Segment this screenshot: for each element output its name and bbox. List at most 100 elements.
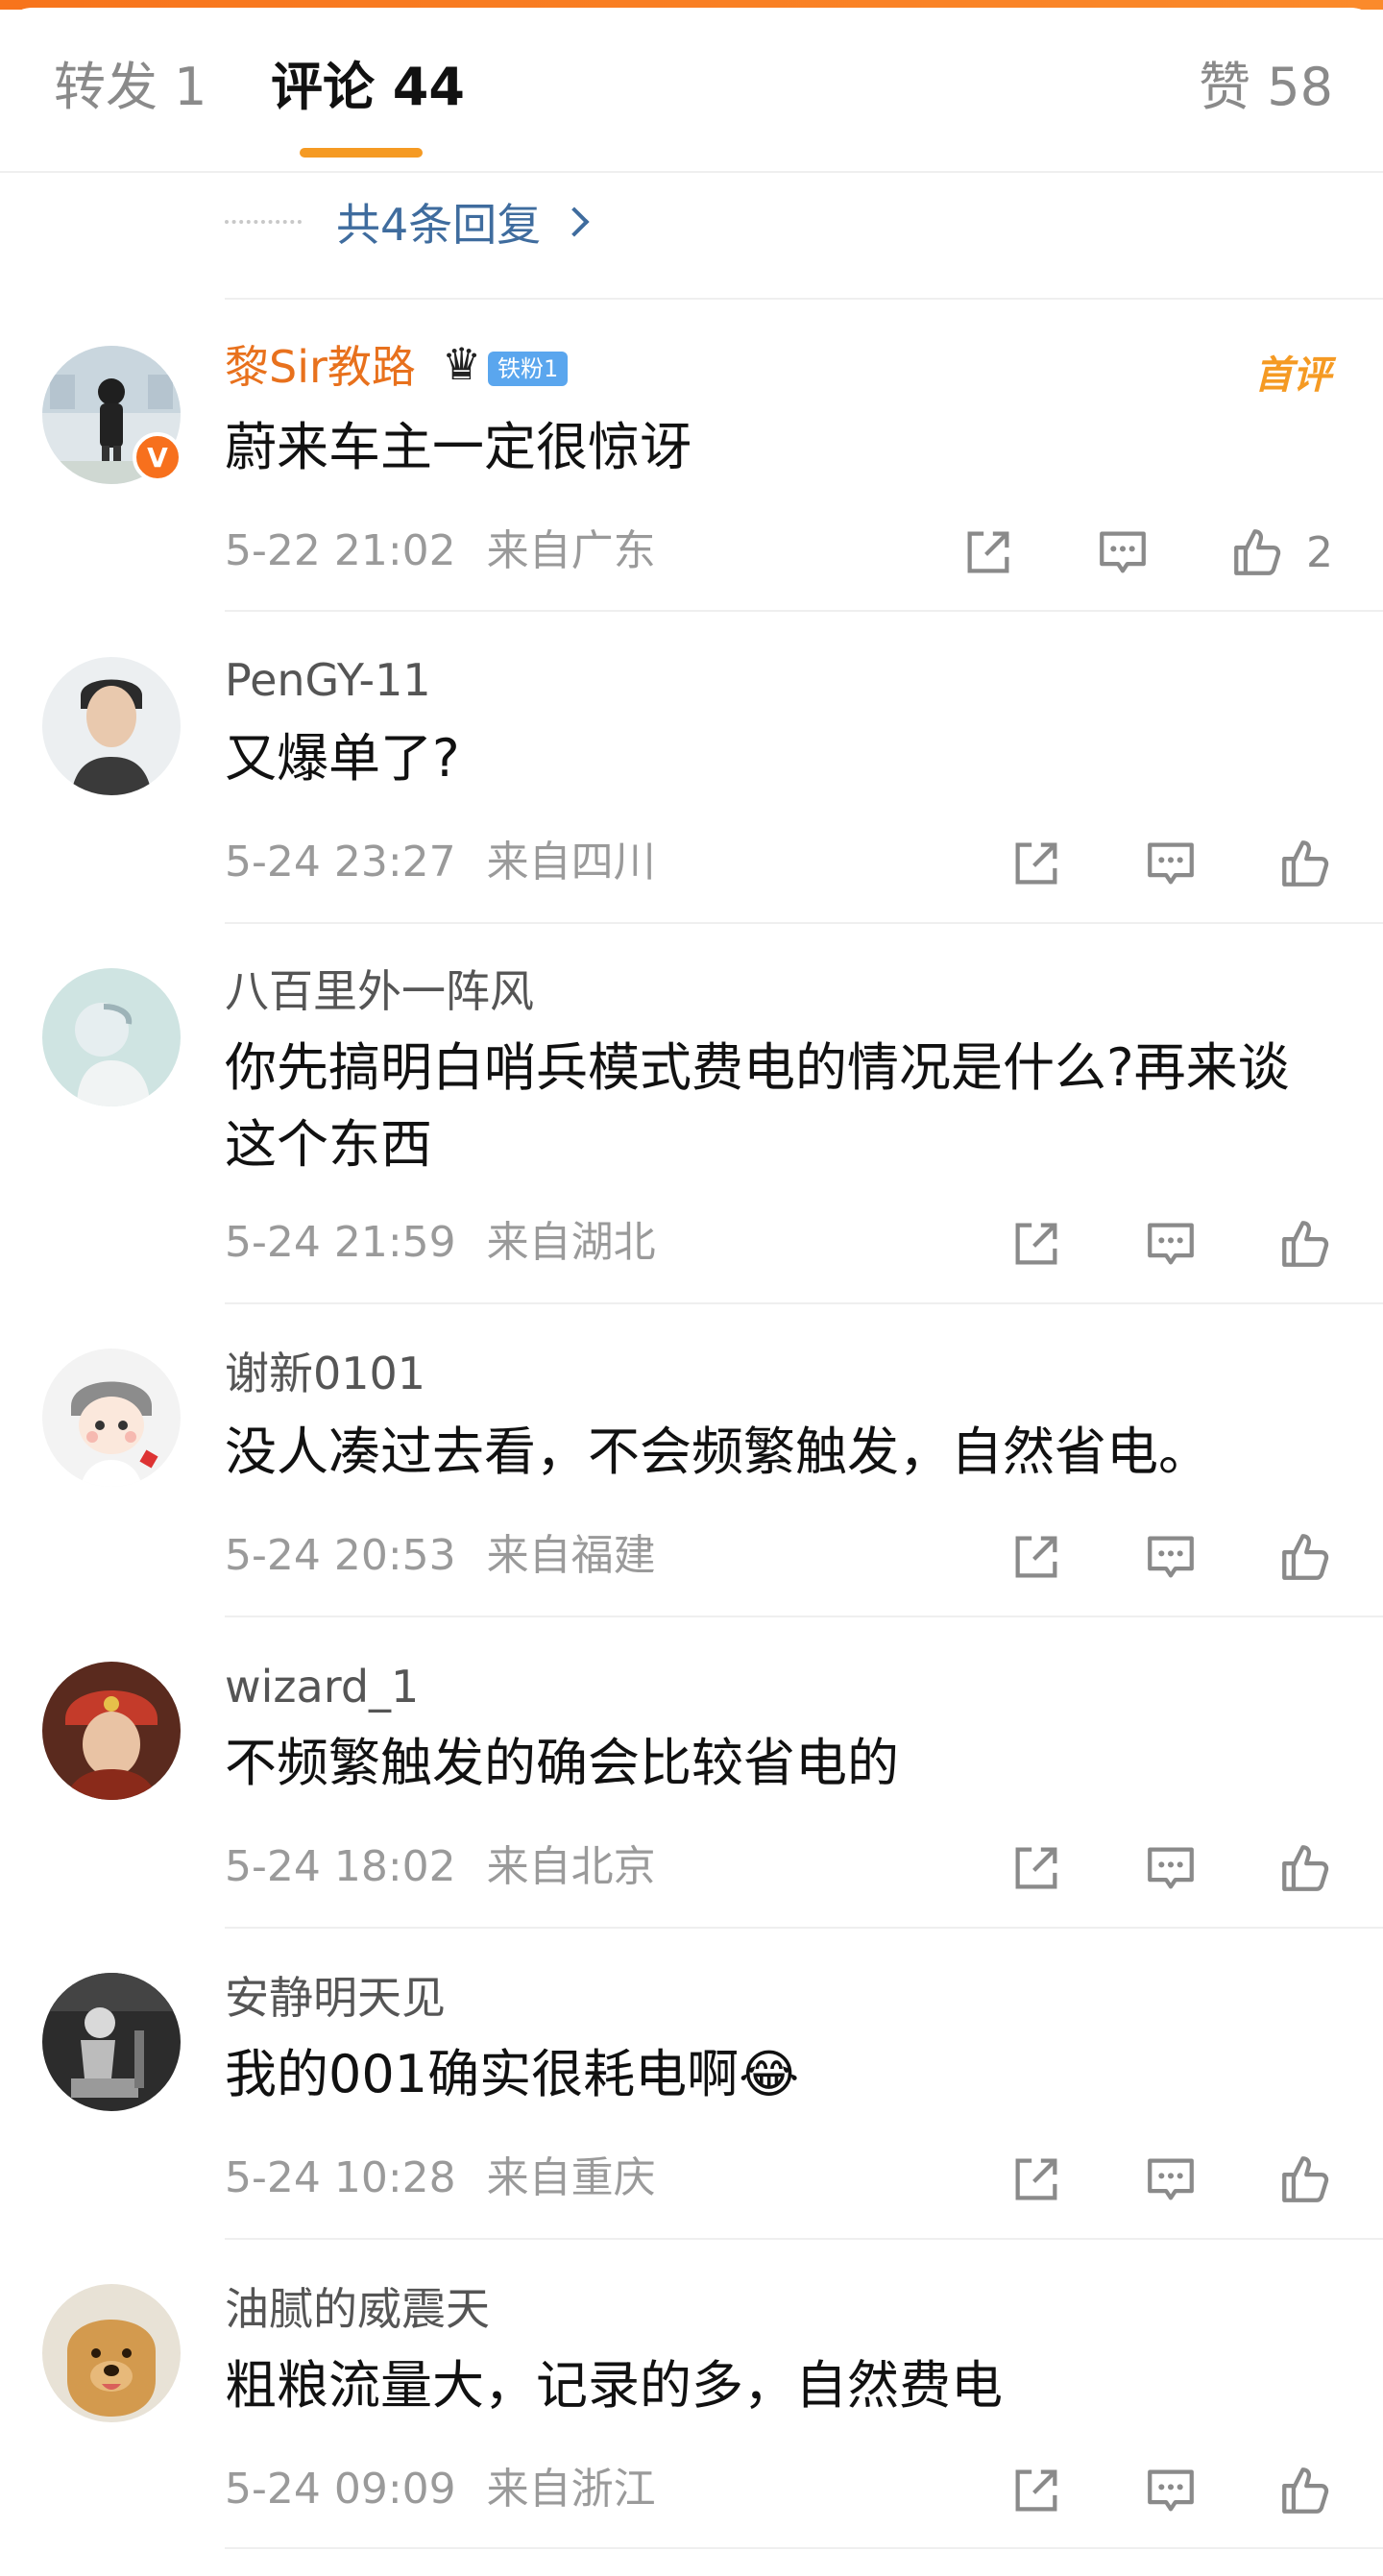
comment-location: 来自北京 — [486, 1842, 656, 1891]
thread-dots — [225, 220, 302, 224]
avatar[interactable] — [42, 968, 181, 1106]
reply-button[interactable] — [1143, 2463, 1199, 2518]
like-button[interactable] — [1277, 2463, 1333, 2518]
reply-button[interactable] — [1143, 1216, 1199, 1272]
username[interactable]: PenGY-11 — [225, 651, 431, 709]
share-button[interactable] — [1008, 1216, 1064, 1272]
comment-time: 5-24 21:59 — [225, 1218, 456, 1267]
verified-v-icon: V — [133, 432, 182, 482]
comment-time: 5-24 10:28 — [225, 2153, 456, 2202]
thumbs-up-icon — [1234, 529, 1281, 575]
share-icon — [1015, 1536, 1057, 1578]
like-button[interactable]: 2 — [1229, 524, 1333, 580]
comment-meta: 5-24 21:59 来自湖北 — [225, 1214, 673, 1272]
comment-meta: 5-22 21:02 来自广东 — [225, 522, 673, 580]
comment-icon — [1148, 842, 1194, 885]
username[interactable]: 八百里外一阵风 — [225, 962, 534, 1020]
crown-icon: ♛ — [442, 338, 482, 390]
comment-icon — [1148, 2158, 1194, 2200]
username[interactable]: 安静明天见 — [225, 1969, 446, 2027]
comment-actions — [1008, 1835, 1333, 1902]
avatar[interactable] — [42, 1662, 181, 1800]
comment-text: 蔚来车主一定很惊讶 — [225, 417, 692, 477]
username[interactable]: wizard_1 — [225, 1658, 419, 1715]
divider — [225, 1927, 1383, 1929]
first-comment-badge: 首评 — [1254, 353, 1331, 398]
comment-meta: 5-24 23:27 来自四川 — [225, 834, 673, 891]
thumbs-up-icon — [1282, 2156, 1329, 2202]
comment-time: 5-24 18:02 — [225, 1842, 456, 1891]
share-button[interactable] — [1008, 1840, 1064, 1896]
avatar[interactable] — [42, 1349, 181, 1487]
comment-icon — [1148, 1847, 1194, 1889]
comment-icon — [1100, 531, 1146, 573]
divider — [225, 1302, 1383, 1304]
divider — [225, 298, 1383, 300]
fan-level-badge: 铁粉1 — [488, 352, 569, 386]
comment-text: 你先搞明白哨兵模式费电的情况是什么?再来谈这个东西 — [225, 1037, 1290, 1175]
avatar[interactable] — [42, 2284, 181, 2422]
comment-location: 来自广东 — [486, 526, 656, 575]
like-button[interactable] — [1277, 2151, 1333, 2207]
reply-button[interactable] — [1143, 836, 1199, 891]
comment-text: 没人凑过去看，不会频繁触发，自然省电。 — [225, 1422, 1210, 1482]
share-icon — [1015, 2158, 1057, 2200]
divider — [225, 922, 1383, 924]
avatar[interactable] — [42, 1973, 181, 2111]
tab-likes[interactable]: 赞 58 — [1199, 54, 1333, 121]
comment-meta: 5-24 18:02 来自北京 — [225, 1838, 673, 1896]
share-button[interactable] — [1008, 2463, 1064, 2518]
share-button[interactable] — [1008, 2151, 1064, 2207]
chevron-right-icon — [559, 207, 590, 237]
comment-time: 5-22 21:02 — [225, 526, 456, 575]
thumbs-up-icon — [1282, 1221, 1329, 1267]
reply-button[interactable] — [1143, 1840, 1199, 1896]
comment-text: 又爆单了? — [225, 728, 460, 789]
comment-icon — [1148, 2469, 1194, 2512]
username[interactable]: 黎Sir教路 — [225, 338, 416, 396]
reply-button[interactable] — [1143, 2151, 1199, 2207]
divider — [225, 2238, 1383, 2240]
tab-reposts[interactable]: 转发 1 — [54, 54, 207, 121]
username[interactable]: 油腻的威震天 — [225, 2280, 490, 2338]
comment-actions — [1008, 2146, 1333, 2213]
comment-location: 来自浙江 — [486, 2465, 656, 2514]
comment-meta: 5-24 20:53 来自福建 — [225, 1527, 673, 1585]
comment-location: 来自重庆 — [486, 2153, 656, 2202]
share-button[interactable] — [1008, 1529, 1064, 1585]
comment-time: 5-24 23:27 — [225, 838, 456, 887]
view-replies-link[interactable]: 共4条回复 — [225, 188, 590, 255]
share-icon — [1015, 1223, 1057, 1265]
tab-comments[interactable]: 评论 44 — [271, 54, 465, 121]
share-button[interactable] — [1008, 836, 1064, 891]
like-button[interactable] — [1277, 1529, 1333, 1585]
reply-button[interactable] — [1143, 1529, 1199, 1585]
tab-divider — [0, 171, 1383, 173]
tab-bar: 转发 1 评论 44 赞 58 — [0, 8, 1383, 173]
comment-location: 来自四川 — [486, 838, 656, 887]
comment-time: 5-24 09:09 — [225, 2465, 456, 2514]
username[interactable]: 谢新0101 — [225, 1345, 425, 1402]
comment-text: 我的001确实很耗电啊😂 — [225, 2044, 800, 2104]
comment-text: 粗粮流量大，记录的多，自然费电 — [225, 2355, 1003, 2416]
divider — [225, 2547, 1383, 2549]
comment-meta: 5-24 09:09 来自浙江 — [225, 2461, 673, 2518]
reply-button[interactable] — [1095, 524, 1151, 580]
comment-actions: 2 — [960, 519, 1333, 586]
avatar[interactable] — [42, 657, 181, 795]
like-button[interactable] — [1277, 1216, 1333, 1272]
like-button[interactable] — [1277, 836, 1333, 891]
thumbs-up-icon — [1282, 2467, 1329, 2514]
like-button[interactable] — [1277, 1840, 1333, 1896]
comment-location: 来自湖北 — [486, 1218, 656, 1267]
comment-actions — [1008, 1210, 1333, 1277]
comment-time: 5-24 20:53 — [225, 1531, 456, 1580]
active-tab-indicator — [300, 148, 423, 158]
comment-icon — [1148, 1536, 1194, 1578]
comment-icon — [1148, 1223, 1194, 1265]
share-button[interactable] — [960, 524, 1016, 580]
comment-actions — [1008, 830, 1333, 897]
comment-location: 来自福建 — [486, 1531, 656, 1580]
comment-meta: 5-24 10:28 来自重庆 — [225, 2150, 673, 2207]
view-replies-label: 共4条回复 — [336, 199, 542, 251]
